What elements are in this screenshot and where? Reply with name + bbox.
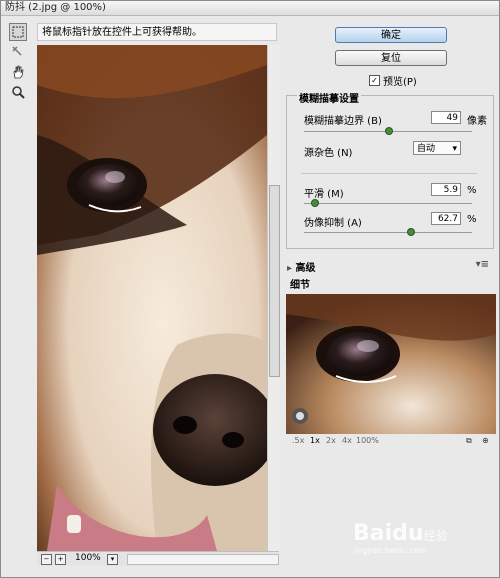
artifact-suppression-input[interactable]: 62.7 [431, 212, 461, 225]
advanced-section-header[interactable]: ▸ 高级 ▾≡ [287, 259, 491, 274]
zoom-in-button[interactable]: + [55, 554, 66, 565]
detail-label: 细节 [290, 280, 310, 291]
smoothing-unit: % [467, 185, 477, 196]
zoom-out-button[interactable]: − [41, 554, 52, 565]
dock-loupe-icon[interactable]: ⧉ [466, 436, 472, 446]
tool-column [9, 23, 31, 103]
detail-zoom-3[interactable]: 4x [342, 436, 352, 445]
watermark-sub: jingyan.baidu.com [353, 546, 427, 555]
detail-loupe-image[interactable] [286, 294, 496, 434]
detail-zoom-2[interactable]: 2x [326, 436, 336, 445]
panel-menu-icon[interactable]: ▾≡ [476, 259, 489, 270]
chevron-down-icon: ▾ [452, 144, 457, 154]
artifact-suppression-slider-knob[interactable] [406, 228, 415, 236]
smoothing-input[interactable]: 5.9 [431, 183, 461, 196]
smoothing-slider-track[interactable] [304, 203, 472, 205]
expand-triangle-icon: ▸ [287, 263, 296, 274]
preview-checkbox-box[interactable]: ✓ [369, 75, 380, 86]
help-hint-bar: 将鼠标指针放在控件上可获得帮助。 [37, 23, 277, 41]
vertical-scroll-thumb[interactable] [269, 185, 280, 377]
preview-checkbox[interactable]: ✓ 预览(P) [369, 73, 417, 88]
preview-horizontal-scrollbar[interactable] [127, 554, 279, 565]
marquee-tool-icon[interactable] [9, 23, 27, 41]
watermark-suffix: 经验 [423, 529, 448, 543]
source-noise-value: 自动 [417, 144, 436, 154]
watermark-brand: Baidu [353, 521, 424, 546]
artifact-suppression-label: 伪像抑制 (A) [304, 218, 362, 229]
blur-trace-label: 模糊描摹边界 (B) [304, 116, 382, 127]
window-title: 防抖 (2.jpg @ 100%) [5, 2, 106, 13]
zoom-tool-icon[interactable] [9, 83, 27, 101]
ok-button[interactable]: 确定 [335, 27, 447, 43]
title-bar: 防抖 (2.jpg @ 100%) [1, 1, 499, 16]
detail-zoom-bar: .5x 1x 2x 4x 100% ⧉ ⊕ [286, 434, 496, 448]
detail-zoom-4[interactable]: 100% [356, 436, 379, 445]
preview-bottom-bar: − + 100% ▾ [37, 551, 279, 566]
blur-trace-input[interactable]: 49 [431, 111, 461, 124]
baidu-watermark: Baidu经验 jingyan.baidu.com [353, 521, 448, 555]
dialog-window: 防抖 (2.jpg @ 100%) 将鼠标指针放在控件上可获得帮助。 − + 1… [0, 0, 500, 578]
zoom-dropdown-button[interactable]: ▾ [107, 554, 118, 565]
blur-estimation-tool-icon[interactable] [9, 43, 27, 61]
hand-tool-icon[interactable] [9, 63, 27, 81]
source-noise-label: 源杂色 (N) [304, 148, 353, 159]
source-noise-select[interactable]: 自动 ▾ [413, 141, 461, 155]
blur-trace-slider-knob[interactable] [385, 127, 393, 135]
smoothing-label: 平滑 (M) [304, 189, 344, 200]
settings-divider [301, 173, 477, 175]
advanced-label: 高级 [295, 263, 316, 274]
preview-vertical-scrollbar[interactable] [267, 45, 280, 551]
crosshair-icon[interactable]: ⊕ [482, 436, 489, 445]
detail-zoom-1[interactable]: 1x [310, 436, 320, 445]
preview-checkbox-label: 预览(P) [383, 77, 417, 88]
reset-button[interactable]: 复位 [335, 50, 447, 66]
zoom-level: 100% [75, 553, 101, 563]
blur-trace-unit: 像素 [467, 116, 487, 127]
artifact-suppression-slider-track[interactable] [304, 232, 472, 234]
detail-zoom-0[interactable]: .5x [292, 436, 304, 445]
blur-trace-settings-title: 模糊描摹设置 [297, 90, 361, 105]
artifact-suppression-unit: % [467, 214, 477, 225]
main-preview-image[interactable] [37, 45, 267, 551]
